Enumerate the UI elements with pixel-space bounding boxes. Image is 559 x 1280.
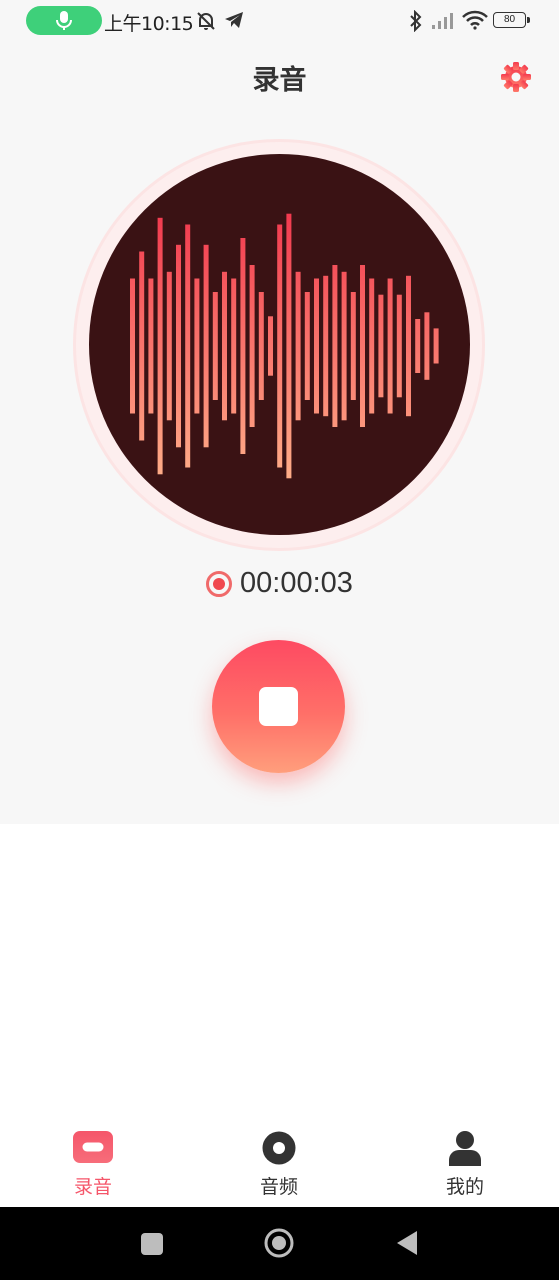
waveform-bar bbox=[323, 275, 329, 417]
waveform-bar bbox=[139, 251, 145, 441]
waveform-bar bbox=[369, 278, 375, 414]
waveform-disc bbox=[89, 154, 470, 535]
waveform-bar bbox=[212, 292, 218, 400]
waveform-bar bbox=[203, 244, 209, 448]
battery-icon: 80 bbox=[493, 12, 530, 28]
system-nav-bar bbox=[0, 1207, 559, 1280]
waveform-bar bbox=[286, 213, 292, 479]
mute-bell-icon bbox=[197, 12, 215, 30]
timer-row: 00:00:03 bbox=[0, 567, 559, 607]
nav-item-audio[interactable]: 音频 bbox=[219, 1130, 339, 1202]
waveform-bar bbox=[341, 271, 347, 421]
waveform-bar bbox=[304, 292, 310, 400]
signal-icon bbox=[432, 13, 453, 29]
home-button[interactable] bbox=[263, 1227, 295, 1259]
waveform-bar bbox=[157, 217, 163, 475]
waveform-bar bbox=[222, 271, 227, 421]
status-bar: 上午10:15 80 bbox=[0, 0, 559, 42]
page-title: 录音 bbox=[252, 65, 307, 96]
mic-icon bbox=[56, 11, 72, 30]
stop-recording-button[interactable] bbox=[212, 640, 345, 773]
waveform-bar bbox=[378, 294, 384, 398]
waveform-bar bbox=[396, 294, 402, 398]
waveform-bar bbox=[406, 275, 411, 417]
waveform-bar bbox=[387, 278, 393, 414]
waveform-bar bbox=[350, 292, 356, 400]
recording-timer: 00:00:03 bbox=[240, 567, 353, 599]
header: 录音 bbox=[0, 42, 559, 112]
wifi-icon bbox=[462, 10, 488, 30]
nav-label-audio: 音频 bbox=[259, 1176, 298, 1198]
waveform-bar bbox=[231, 278, 237, 414]
waveform-bar bbox=[415, 319, 421, 373]
back-button[interactable] bbox=[395, 1229, 419, 1257]
waveform-bar bbox=[332, 265, 338, 427]
waveform-bar bbox=[277, 224, 283, 468]
waveform-bar bbox=[295, 271, 301, 421]
nav-item-record[interactable]: 录音 bbox=[33, 1130, 153, 1202]
waveform-bar bbox=[148, 278, 154, 414]
status-time: 上午10:15 bbox=[104, 13, 194, 35]
waveform-bar bbox=[268, 316, 273, 376]
recording-dot-icon bbox=[206, 570, 233, 597]
waveform-bar bbox=[166, 271, 172, 421]
recording-indicator-pill[interactable] bbox=[26, 6, 102, 35]
waveform-bar bbox=[258, 292, 264, 400]
recents-button[interactable] bbox=[140, 1232, 164, 1256]
record-icon bbox=[72, 1130, 114, 1166]
nav-label-record: 录音 bbox=[73, 1176, 112, 1198]
person-icon bbox=[448, 1130, 482, 1166]
waveform-bar bbox=[240, 238, 246, 454]
waveform-visualizer bbox=[130, 213, 439, 479]
waveform-bar bbox=[194, 278, 200, 414]
waveform-bar bbox=[185, 224, 191, 468]
waveform-bar bbox=[424, 312, 430, 380]
telegram-icon bbox=[225, 12, 243, 28]
waveform-bar bbox=[176, 244, 181, 448]
waveform-bar bbox=[249, 265, 255, 427]
gear-icon bbox=[501, 62, 531, 92]
stop-icon bbox=[259, 687, 298, 726]
waveform-bar bbox=[130, 278, 135, 414]
recorder-panel: 00:00:03 bbox=[0, 112, 559, 824]
waveform-bar bbox=[360, 265, 365, 427]
nav-label-mine: 我的 bbox=[445, 1176, 484, 1198]
waveform-bar bbox=[314, 278, 319, 414]
bluetooth-icon bbox=[410, 10, 422, 32]
settings-button[interactable] bbox=[499, 60, 533, 94]
nav-item-mine[interactable]: 我的 bbox=[405, 1130, 525, 1202]
bottom-nav: 录音 音频 我的 bbox=[0, 1120, 559, 1207]
audio-disc-icon bbox=[261, 1130, 297, 1166]
waveform-bar bbox=[433, 328, 439, 364]
